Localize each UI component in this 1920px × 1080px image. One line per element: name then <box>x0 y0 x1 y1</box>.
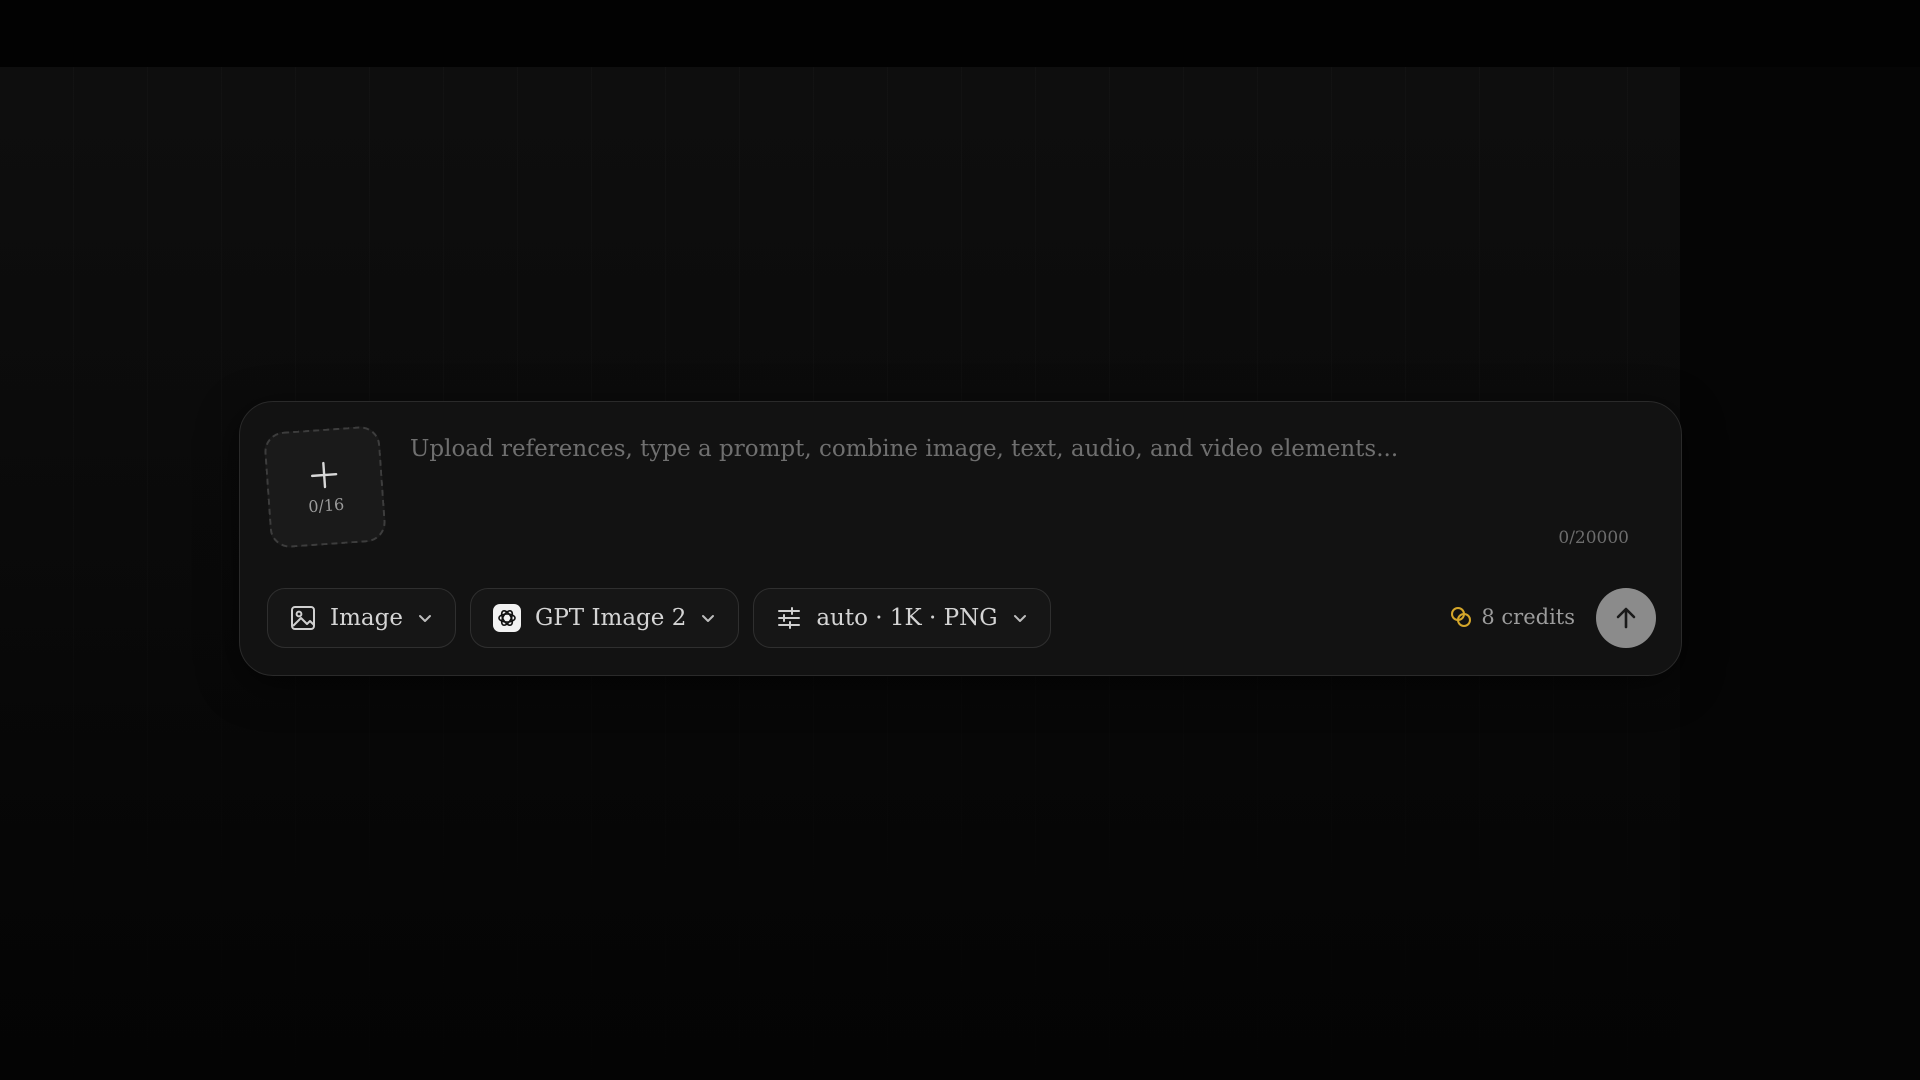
arrow-up-icon <box>1616 607 1636 629</box>
mode-selector[interactable]: Image <box>267 588 456 648</box>
send-button[interactable] <box>1596 588 1656 648</box>
prompt-input[interactable] <box>410 436 1610 526</box>
mode-selector-label: Image <box>330 605 403 631</box>
model-selector-label: GPT Image 2 <box>534 605 687 631</box>
credits-label: 8 credits <box>1481 605 1575 629</box>
plus-icon <box>310 461 338 488</box>
image-icon <box>291 606 315 630</box>
prompt-composer: 0/16 0/20000 Image <box>239 401 1682 676</box>
top-bar <box>0 0 1920 67</box>
openai-icon <box>492 604 521 632</box>
chevron-down-icon <box>1013 615 1026 622</box>
settings-selector[interactable]: auto · 1K · PNG <box>753 588 1051 648</box>
chevron-down-icon <box>418 615 431 622</box>
settings-selector-label: auto · 1K · PNG <box>816 605 998 631</box>
character-counter: 0/20000 <box>1558 528 1629 548</box>
coins-icon <box>1451 607 1472 627</box>
upload-count: 0/16 <box>307 494 345 516</box>
upload-references-button[interactable]: 0/16 <box>263 425 387 549</box>
credits-indicator: 8 credits <box>1449 605 1575 629</box>
composer-controls: Image GPT Image 2 auto · 1K · PNG <box>267 588 1051 648</box>
sliders-icon <box>778 607 801 629</box>
model-selector[interactable]: GPT Image 2 <box>469 588 740 648</box>
chevron-down-icon <box>702 615 715 622</box>
